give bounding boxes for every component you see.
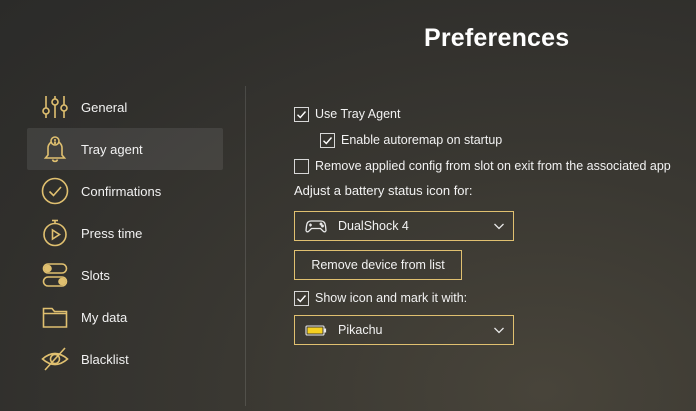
remove-config-row[interactable]: Remove applied config from slot on exit … — [294, 157, 671, 175]
chevron-down-icon — [494, 327, 504, 334]
sidebar-item-label: Blacklist — [81, 351, 129, 367]
sidebar-item-label: Tray agent — [81, 141, 143, 157]
device-dropdown[interactable]: DualShock 4 — [294, 211, 514, 241]
enable-autoremap-checkbox[interactable] — [320, 132, 335, 148]
sidebar-item-general[interactable]: General — [27, 86, 223, 128]
enable-autoremap-label: Enable autoremap on startup — [341, 133, 503, 147]
battery-section-label: Adjust a battery status icon for: — [294, 183, 473, 198]
sidebar-item-label: Slots — [81, 267, 110, 283]
toggles-icon — [40, 260, 70, 290]
tray-agent-panel: Use Tray Agent Enable autoremap on start… — [294, 0, 694, 411]
eye-slash-icon — [40, 344, 70, 374]
remove-device-button[interactable]: Remove device from list — [294, 250, 462, 280]
remove-config-checkbox[interactable] — [294, 158, 309, 174]
sidebar-item-slots[interactable]: Slots — [27, 254, 223, 296]
checkmark-icon — [297, 294, 307, 303]
sidebar-item-tray-agent[interactable]: Tray agent — [27, 128, 223, 170]
sidebar-item-press-time[interactable]: Press time — [27, 212, 223, 254]
use-tray-agent-label: Use Tray Agent — [315, 107, 401, 121]
bell-alert-icon — [40, 134, 70, 164]
sidebar-item-my-data[interactable]: My data — [27, 296, 223, 338]
remove-config-label: Remove applied config from slot on exit … — [315, 159, 671, 173]
sidebar-divider — [245, 86, 246, 406]
sidebar-item-label: Confirmations — [81, 183, 162, 199]
show-icon-checkbox[interactable] — [294, 290, 309, 306]
mark-dropdown-value: Pikachu — [338, 323, 383, 337]
sidebar-item-confirmations[interactable]: Confirmations — [27, 170, 223, 212]
show-icon-row[interactable]: Show icon and mark it with: — [294, 289, 467, 307]
sidebar-item-label: My data — [81, 309, 128, 325]
chevron-down-icon — [494, 223, 504, 230]
battery-icon — [305, 322, 327, 338]
folder-icon — [40, 302, 70, 332]
use-tray-agent-checkbox[interactable] — [294, 106, 309, 122]
stopwatch-play-icon — [40, 218, 70, 248]
sidebar-item-label: General — [81, 99, 128, 115]
checkmark-icon — [297, 110, 307, 119]
device-dropdown-value: DualShock 4 — [338, 219, 409, 233]
mark-dropdown[interactable]: Pikachu — [294, 315, 514, 345]
sliders-icon — [40, 92, 70, 122]
check-circle-icon — [40, 176, 70, 206]
gamepad-icon — [305, 218, 327, 234]
sidebar: General Tray agent Confirmations Press t… — [27, 86, 223, 380]
enable-autoremap-row[interactable]: Enable autoremap on startup — [320, 131, 502, 149]
use-tray-agent-row[interactable]: Use Tray Agent — [294, 105, 400, 123]
checkmark-icon — [323, 136, 333, 145]
show-icon-label: Show icon and mark it with: — [315, 291, 468, 305]
sidebar-item-label: Press time — [81, 225, 143, 241]
sidebar-item-blacklist[interactable]: Blacklist — [27, 338, 223, 380]
